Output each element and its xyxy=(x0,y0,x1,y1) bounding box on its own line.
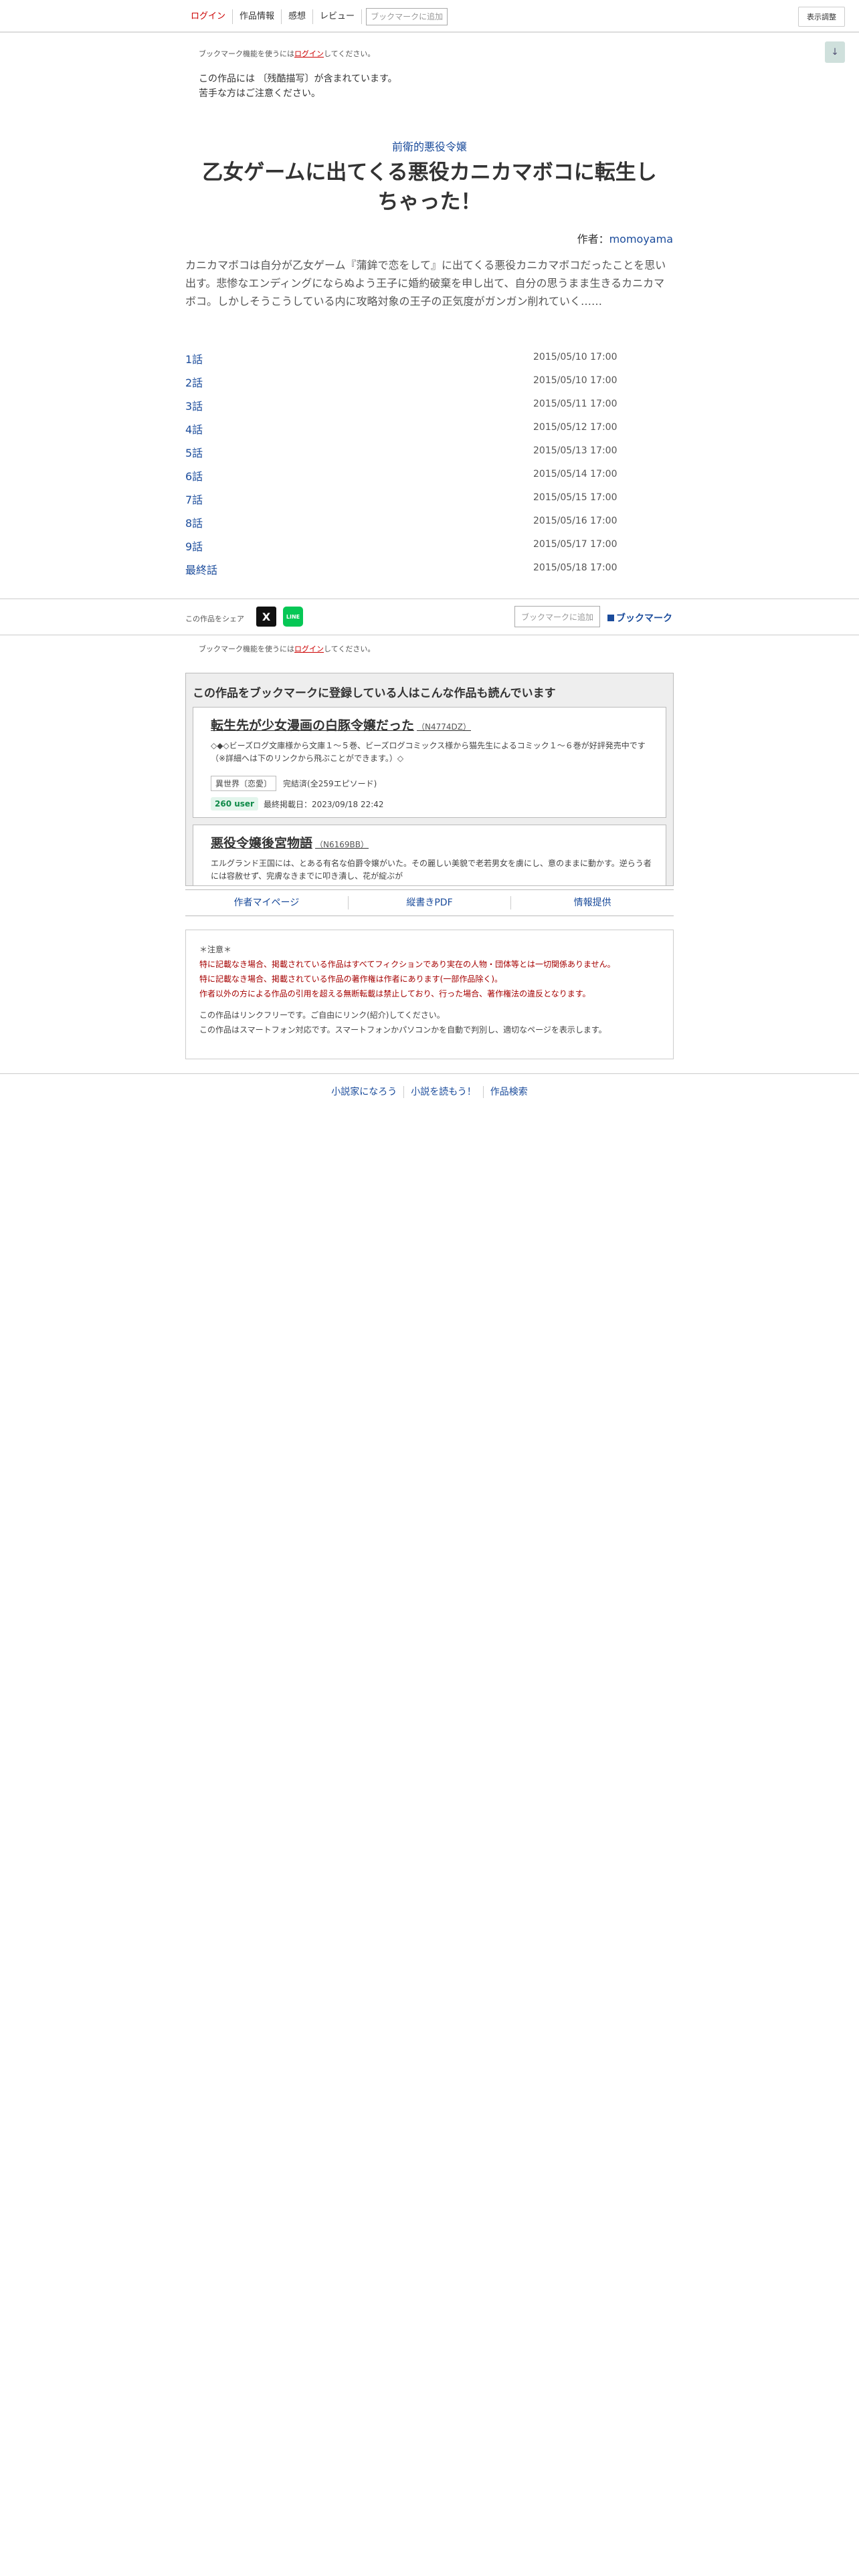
episode-date: 2015/05/10 17:00 xyxy=(533,352,617,362)
vertical-pdf-link[interactable]: 縦書きPDF xyxy=(349,896,512,909)
share-label: この作品をシェア xyxy=(185,615,244,623)
user-count-badge: 260 user xyxy=(211,797,258,811)
episode-link[interactable]: 4話 xyxy=(185,421,203,437)
display-adjust-button[interactable]: 表示調整 xyxy=(798,7,845,27)
top-nav: ログイン 作品情報 感想 レビュー ブックマークに追加 xyxy=(185,5,448,29)
share-bar: この作品をシェア X LINE ブックマークに追加 ブックマーク xyxy=(0,599,859,635)
episode-row: 5話 2015/05/13 17:00 xyxy=(185,444,674,467)
recommendation-description: エルグランド王国には、とある有名な伯爵令嬢がいた。その麗しい美貌で老若男女を虜に… xyxy=(211,859,652,881)
episode-row: 3話 2015/05/11 17:00 xyxy=(185,397,674,421)
recommendation-title[interactable]: 転生先が少女漫画の白豚令嬢だった （N4774DZ） xyxy=(211,716,471,734)
footer-naro-link[interactable]: 小説家になろう xyxy=(324,1086,405,1098)
episode-list: 1話 2015/05/10 17:00 2話 2015/05/10 17:00 3話… xyxy=(185,350,674,584)
impressions-link[interactable]: 感想 xyxy=(282,9,314,24)
episode-date: 2015/05/17 17:00 xyxy=(533,539,617,550)
review-link[interactable]: レビュー xyxy=(313,9,363,24)
episode-row: 4話 2015/05/12 17:00 xyxy=(185,421,674,444)
episode-row: 8話 2015/05/16 17:00 xyxy=(185,514,674,538)
recommendation-card: 転生先が少女漫画の白豚令嬢だった （N4774DZ） ◇◆◇ビーズログ文庫様から文… xyxy=(193,707,666,818)
episode-link[interactable]: 2話 xyxy=(185,374,203,390)
episode-row: 6話 2015/05/14 17:00 xyxy=(185,467,674,491)
bookmark-add-button[interactable]: ブックマークに追加 xyxy=(514,606,600,627)
author-link[interactable]: momoyama xyxy=(609,233,673,245)
recommendation-box: この作品をブックマークに登録している人はこんな作品も読んでいます 転生先が少女漫… xyxy=(185,673,674,886)
recommendation-code: （N4774DZ） xyxy=(417,722,471,732)
episode-date: 2015/05/18 17:00 xyxy=(533,562,617,573)
episode-link[interactable]: 3話 xyxy=(185,397,203,413)
episode-row: 1話 2015/05/10 17:00 xyxy=(185,350,674,374)
episode-link[interactable]: 7話 xyxy=(185,491,203,507)
episode-date: 2015/05/13 17:00 xyxy=(533,445,617,456)
notice-copyright: 特に記載なき場合、掲載されている作品の著作権は作者にあります(一部作品除く)。 xyxy=(199,974,503,984)
scroll-down-icon[interactable]: ↓ xyxy=(825,41,845,63)
episode-link[interactable]: 最終話 xyxy=(185,561,217,577)
episode-date: 2015/05/15 17:00 xyxy=(533,492,617,503)
episode-date: 2015/05/10 17:00 xyxy=(533,375,617,386)
notice-box: ＊注意＊ 特に記載なき場合、掲載されている作品はすべてフィクションであり実在の人… xyxy=(185,930,674,1059)
report-link[interactable]: 情報提供 xyxy=(511,896,674,909)
bookmark-label: ブックマーク xyxy=(616,613,672,624)
episode-link[interactable]: 1話 xyxy=(185,350,203,366)
line-share-icon[interactable]: LINE xyxy=(283,607,303,627)
content-warning-line2: 苦手な方はご注意ください。 xyxy=(199,88,320,99)
bookmark-link[interactable]: ブックマーク xyxy=(607,611,672,625)
login-note-suffix: してください。 xyxy=(324,645,375,653)
recommendation-meta: 260 user 最終掲載日：2023/09/18 22:42 xyxy=(211,797,384,811)
episode-link[interactable]: 9話 xyxy=(185,538,203,554)
work-links: 作者マイページ 縦書きPDF 情報提供 xyxy=(185,889,674,916)
episode-row: 9話 2015/05/17 17:00 xyxy=(185,538,674,561)
footer: 小説家になろう 小説を読もう！ 作品検索 xyxy=(0,1073,859,1110)
top-navigation-bar: ログイン 作品情報 感想 レビュー ブックマークに追加 表示調整 xyxy=(0,0,859,33)
recommendation-description: ◇◆◇ビーズログ文庫様から文庫１～５巻、ビーズログコミックス様から猫先生によるコ… xyxy=(211,741,646,763)
x-share-icon[interactable]: X xyxy=(256,607,276,627)
bookmark-icon xyxy=(607,615,614,621)
episode-date: 2015/05/12 17:00 xyxy=(533,422,617,433)
recommendation-code: （N6169BB） xyxy=(315,840,369,849)
recommendation-updated: 最終掲載日：2023/09/18 22:42 xyxy=(263,799,384,809)
bookmark-login-note: ブックマーク機能を使うにはログインしてください。 xyxy=(199,48,375,59)
login-note-link[interactable]: ログイン xyxy=(294,49,324,58)
episode-link[interactable]: 8話 xyxy=(185,514,203,530)
login-note-suffix: してください。 xyxy=(324,49,375,58)
content-warning: この作品には 〔残酷描写〕が含まれています。 苦手な方はご注意ください。 xyxy=(199,72,397,101)
episode-date: 2015/05/16 17:00 xyxy=(533,516,617,526)
login-note-prefix: ブックマーク機能を使うには xyxy=(199,645,294,653)
recommendation-card: 悪役令嬢後宮物語 （N6169BB） エルグランド王国には、とある有名な伯爵令嬢が… xyxy=(193,825,666,885)
login-note-link[interactable]: ログイン xyxy=(294,645,324,653)
notice-heading: ＊注意＊ xyxy=(199,945,232,954)
recommendation-title-text: 悪役令嬢後宮物語 xyxy=(211,836,313,851)
notice-smartphone: この作品はスマートフォン対応です。スマートフォンかパソコンかを自動で判別し、適切… xyxy=(199,1025,607,1035)
footer-yomou-link[interactable]: 小説を読もう！ xyxy=(404,1086,484,1098)
recommendation-type: 完結済(全259エピソード) xyxy=(283,779,377,788)
episode-row: 2話 2015/05/10 17:00 xyxy=(185,374,674,397)
recommendation-title[interactable]: 悪役令嬢後宮物語 （N6169BB） xyxy=(211,833,369,851)
episode-link[interactable]: 5話 xyxy=(185,444,203,460)
login-link[interactable]: ログイン xyxy=(185,9,233,24)
episode-date: 2015/05/11 17:00 xyxy=(533,399,617,409)
notice-reprint: 作者以外の方による作品の引用を超える無断転載は禁止しており、行った場合、著作権法… xyxy=(199,989,591,998)
episode-date: 2015/05/14 17:00 xyxy=(533,469,617,479)
author-mypage-link[interactable]: 作者マイページ xyxy=(185,896,349,909)
novel-title: 乙女ゲームに出てくる悪役カニカマボコに転生しちゃった！ xyxy=(202,160,657,214)
genre-tag: 異世界〔恋愛〕 xyxy=(211,776,277,791)
series-title-link[interactable]: 前衛的悪役令嬢 xyxy=(0,138,859,154)
login-note-prefix: ブックマーク機能を使うには xyxy=(199,49,294,58)
episode-link[interactable]: 6話 xyxy=(185,467,203,484)
work-info-link[interactable]: 作品情報 xyxy=(233,9,282,24)
bookmark-login-note-2: ブックマーク機能を使うにはログインしてください。 xyxy=(199,643,375,654)
synopsis: カニカマボコは自分が乙女ゲーム『蒲鉾で恋をして』に出てくる悪役カニカマボコだった… xyxy=(185,259,666,308)
footer-search-link[interactable]: 作品検索 xyxy=(484,1086,535,1098)
bookmark-add-button-top[interactable]: ブックマークに追加 xyxy=(366,8,448,25)
notice-linkfree: この作品はリンクフリーです。ご自由にリンク(紹介)してください。 xyxy=(199,1010,445,1020)
episode-row: 7話 2015/05/15 17:00 xyxy=(185,491,674,514)
recommendation-tags: 異世界〔恋愛〕 完結済(全259エピソード) xyxy=(211,776,377,791)
episode-row: 最終話 2015/05/18 17:00 xyxy=(185,561,674,584)
notice-fiction: 特に記載なき場合、掲載されている作品はすべてフィクションであり実在の人物・団体等… xyxy=(199,960,615,969)
recommendation-title-text: 転生先が少女漫画の白豚令嬢だった xyxy=(211,718,415,733)
recommendation-heading: この作品をブックマークに登録している人はこんな作品も読んでいます xyxy=(193,687,556,700)
author-label: 作者： xyxy=(577,233,609,245)
content-warning-line1: この作品には 〔残酷描写〕が含まれています。 xyxy=(199,74,397,84)
author-line: 作者：momoyama xyxy=(577,230,673,246)
